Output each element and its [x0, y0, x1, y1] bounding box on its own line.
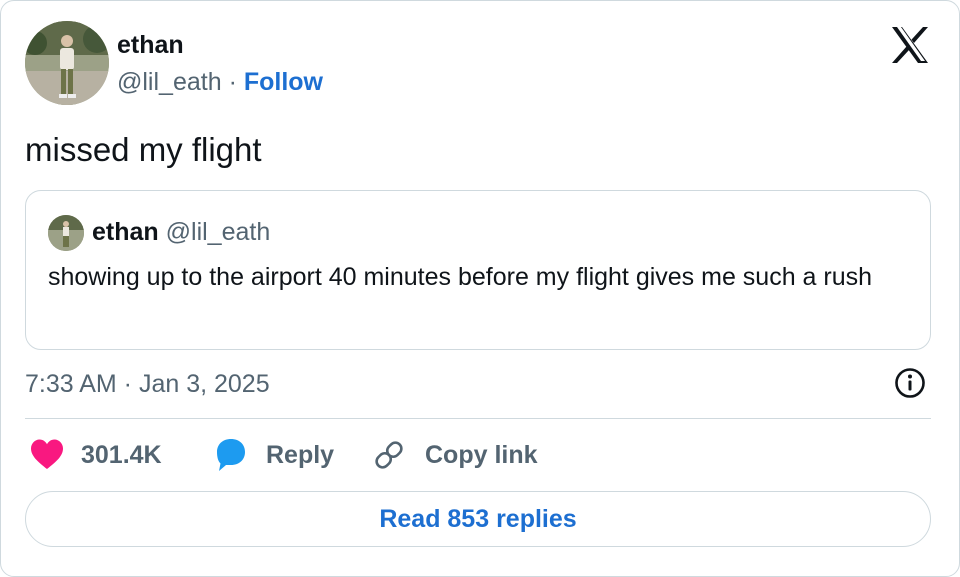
follow-link[interactable]: Follow — [244, 68, 323, 96]
author-handle[interactable]: @lil_eath — [117, 68, 222, 96]
copy-link-label: Copy link — [425, 441, 538, 469]
separator-dot: · — [228, 68, 237, 96]
like-button[interactable]: 301.4K — [29, 435, 169, 475]
copy-link-button[interactable]: Copy link — [371, 435, 541, 475]
quoted-author-avatar — [48, 215, 84, 251]
divider — [25, 418, 931, 419]
quoted-author-name: ethan — [92, 218, 159, 246]
tweet-timestamp[interactable]: 7:33 AM · Jan 3, 2025 — [25, 367, 270, 401]
reply-label: Reply — [266, 441, 335, 469]
reply-button[interactable]: Reply — [213, 435, 337, 475]
heart-icon — [31, 439, 63, 469]
tweet-embed-card: ethan @lil_eath · Follow missed my fligh… — [0, 0, 960, 577]
author-handle-row: @lil_eath · Follow — [117, 65, 323, 99]
quoted-header: ethan @lil_eath — [92, 215, 270, 249]
quoted-tweet-text: showing up to the airport 40 minutes bef… — [48, 263, 873, 291]
info-icon[interactable] — [894, 367, 926, 399]
quoted-author-photo — [48, 215, 84, 251]
quoted-author-handle: @lil_eath — [165, 218, 271, 246]
author-name[interactable]: ethan — [117, 29, 184, 61]
speech-bubble-icon — [217, 439, 245, 471]
x-logo-icon[interactable] — [889, 25, 931, 65]
author-photo — [25, 21, 109, 105]
author-avatar[interactable] — [25, 21, 109, 105]
like-count: 301.4K — [81, 441, 162, 469]
link-icon — [375, 441, 403, 469]
read-replies-button[interactable]: Read 853 replies — [25, 491, 931, 547]
quoted-tweet[interactable]: ethan @lil_eath showing up to the airpor… — [25, 190, 931, 350]
tweet-text: missed my flight — [25, 131, 262, 168]
